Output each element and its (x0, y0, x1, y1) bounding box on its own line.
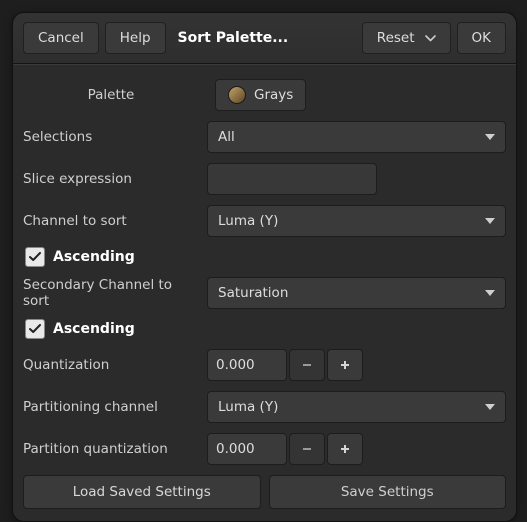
triangle-down-icon (485, 134, 495, 140)
partition-quantization-label: Partition quantization (23, 441, 207, 457)
selections-select[interactable]: All (207, 121, 506, 153)
selections-label: Selections (23, 129, 207, 145)
secondary-channel-select[interactable]: Saturation (207, 277, 506, 309)
ascending2-checkbox[interactable] (25, 319, 45, 339)
ok-button[interactable]: OK (457, 22, 506, 54)
palette-icon (228, 86, 246, 104)
chevron-down-icon (425, 35, 436, 42)
triangle-down-icon (485, 404, 495, 410)
partition-quantization-plus-button[interactable] (327, 433, 363, 465)
dialog-title: Sort Palette... (172, 30, 356, 46)
triangle-down-icon (485, 290, 495, 296)
plus-icon (339, 359, 351, 371)
ascending-checkbox[interactable] (25, 247, 45, 267)
title-bar: Cancel Help Sort Palette... Reset OK (13, 13, 516, 64)
partition-channel-label: Partitioning channel (23, 399, 207, 415)
quantization-plus-button[interactable] (327, 349, 363, 381)
ascending2-label: Ascending (53, 321, 135, 337)
partition-channel-select[interactable]: Luma (Y) (207, 391, 506, 423)
triangle-down-icon (485, 218, 495, 224)
selections-value: All (218, 129, 235, 145)
slice-expression-input[interactable] (207, 163, 377, 195)
dialog-window: Cancel Help Sort Palette... Reset OK Pal… (12, 12, 517, 522)
cancel-button[interactable]: Cancel (23, 22, 99, 54)
quantization-label: Quantization (23, 357, 207, 373)
partition-quantization-input[interactable]: 0.000 (207, 433, 287, 465)
quantization-minus-button[interactable] (289, 349, 325, 381)
reset-label: Reset (377, 30, 415, 46)
save-settings-button[interactable]: Save Settings (269, 475, 507, 509)
load-settings-button[interactable]: Load Saved Settings (23, 475, 261, 509)
minus-icon (301, 359, 313, 371)
palette-name: Grays (254, 87, 293, 103)
channel-value: Luma (Y) (218, 213, 278, 229)
dialog-body: Palette Grays Selections All Slice e (13, 64, 516, 521)
check-icon (29, 252, 41, 262)
secondary-channel-label: Secondary Channel to sort (23, 277, 207, 309)
minus-icon (301, 443, 313, 455)
palette-label: Palette (23, 87, 215, 103)
check-icon (29, 324, 41, 334)
partition-channel-value: Luma (Y) (218, 399, 278, 415)
secondary-channel-value: Saturation (218, 285, 288, 301)
slice-label: Slice expression (23, 171, 207, 187)
ascending-label: Ascending (53, 249, 135, 265)
partition-quantization-minus-button[interactable] (289, 433, 325, 465)
plus-icon (339, 443, 351, 455)
reset-button[interactable]: Reset (362, 22, 451, 54)
quantization-input[interactable]: 0.000 (207, 349, 287, 381)
channel-select[interactable]: Luma (Y) (207, 205, 506, 237)
channel-label: Channel to sort (23, 213, 207, 229)
palette-chip[interactable]: Grays (215, 79, 306, 111)
help-button[interactable]: Help (105, 22, 166, 54)
